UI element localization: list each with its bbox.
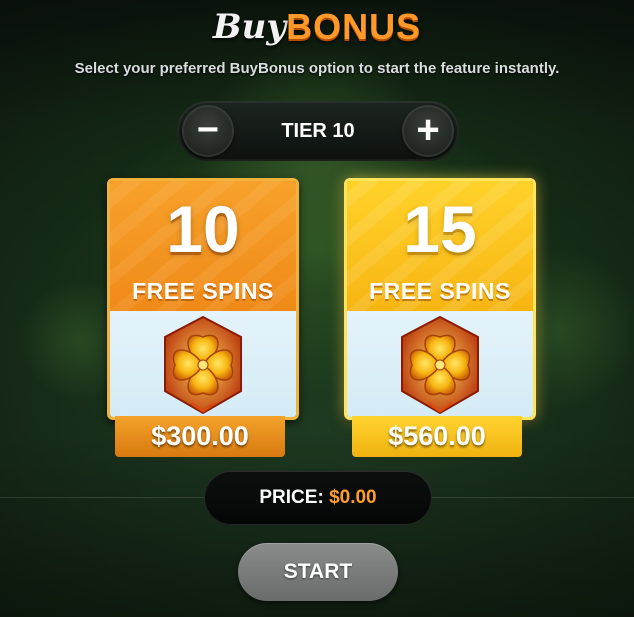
price-value: $0.00: [329, 487, 377, 508]
free-spins-count: 15: [403, 192, 477, 266]
tier-label: TIER 10: [281, 120, 355, 142]
free-spins-label: FREE SPINS: [132, 278, 274, 304]
title-bonus-text: BONUS: [286, 6, 422, 47]
option-price-tag[interactable]: $300.00: [115, 416, 285, 457]
tier-selector: − TIER 10 +: [177, 101, 459, 161]
subtitle: Select your preferred BuyBonus option to…: [74, 60, 560, 77]
bonus-option-card[interactable]: 10 FREE SPINS: [107, 178, 299, 420]
buy-bonus-title: BuyBONUS: [0, 6, 634, 48]
start-button[interactable]: START: [238, 543, 398, 601]
total-price-display: PRICE: $0.00: [204, 471, 432, 525]
option-price-tag[interactable]: $560.00: [352, 416, 522, 457]
bonus-option-card[interactable]: 15 FREE SPINS: [344, 178, 536, 420]
free-spins-count: 10: [166, 192, 240, 266]
golden-clover-icon: [390, 313, 490, 417]
golden-clover-icon: [153, 313, 253, 417]
price-label: PRICE:: [259, 487, 324, 508]
tier-increase-button[interactable]: +: [402, 105, 454, 157]
tier-decrease-button[interactable]: −: [182, 105, 234, 157]
title-buy-text: Buy: [212, 7, 287, 47]
free-spins-label: FREE SPINS: [369, 278, 511, 304]
